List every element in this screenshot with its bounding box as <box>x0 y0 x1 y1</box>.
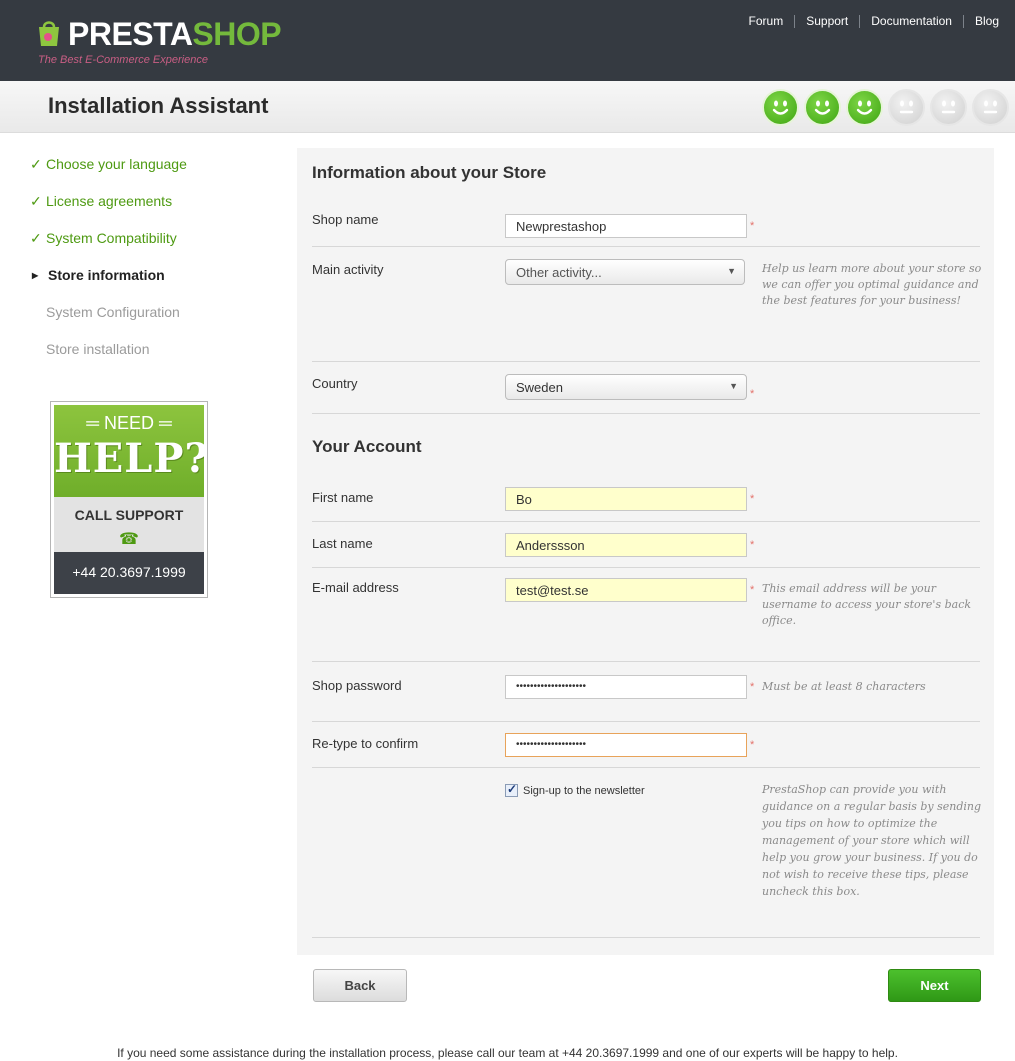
shop-name-label: Shop name <box>312 212 379 227</box>
email-input[interactable]: test@test.se <box>505 578 747 602</box>
required-mark: * <box>750 493 755 505</box>
call-support-label: CALL SUPPORT <box>74 507 184 523</box>
current-step-arrow-icon: ▶ <box>32 271 39 280</box>
newsletter-row: Sign-up to the newsletter PrestaShop can… <box>312 768 982 938</box>
required-mark: * <box>750 539 755 551</box>
checkmark-icon: ✓ <box>30 230 42 246</box>
shopping-bag-icon <box>39 21 59 46</box>
telephone-icon: ☎ <box>119 531 139 548</box>
main-activity-label: Main activity <box>312 262 384 277</box>
main-activity-select[interactable]: Other activity... ▼ <box>505 259 745 285</box>
newsletter-checkbox[interactable]: Sign-up to the newsletter <box>505 782 645 797</box>
title-bar: Installation Assistant <box>0 81 1015 133</box>
country-row: Country Sweden ▼ * <box>312 362 980 414</box>
brand-tagline: The Best E-Commerce Experience <box>38 54 208 66</box>
neutral-smiley-icon <box>930 89 967 126</box>
required-mark: * <box>750 739 755 751</box>
help-banner[interactable]: ═ NEED ═ HELP? CALL SUPPORT ☎ +44 20.369… <box>50 401 208 598</box>
step-item-4: •System Configuration <box>30 304 187 341</box>
step-label: Store installation <box>46 341 150 357</box>
newsletter-label: Sign-up to the newsletter <box>523 784 645 797</box>
newsletter-hint: PrestaShop can provide you with guidance… <box>762 783 982 898</box>
first-name-label: First name <box>312 490 374 505</box>
support-link[interactable]: Support <box>795 14 859 28</box>
confirm-password-row: Re-type to confirm •••••••••••••••••••• … <box>312 722 980 768</box>
back-button[interactable]: Back <box>313 969 407 1002</box>
required-mark: * <box>750 220 755 232</box>
happy-smiley-icon <box>804 89 841 126</box>
dropdown-arrow-icon: ▼ <box>729 381 738 391</box>
footer-assistance-text: If you need some assistance during the i… <box>117 1046 898 1060</box>
store-form-panel: Information about your Store Shop name N… <box>297 148 994 955</box>
password-input[interactable]: •••••••••••••••••••• <box>505 675 747 699</box>
required-mark: * <box>750 681 755 693</box>
prestashop-logo[interactable]: PRESTASHOP The Best E-Commerce Experienc… <box>36 14 282 74</box>
confirm-password-input[interactable]: •••••••••••••••••••• <box>505 733 747 757</box>
country-select[interactable]: Sweden ▼ <box>505 374 747 400</box>
step-item-5: •Store installation <box>30 341 187 378</box>
step-item-0[interactable]: ✓ Choose your language <box>30 156 187 193</box>
documentation-link[interactable]: Documentation <box>860 14 963 28</box>
main-activity-row: Main activity Other activity... ▼ Help us… <box>312 247 982 362</box>
account-section-title: Your Account <box>312 437 422 456</box>
step-label: Choose your language <box>46 156 187 172</box>
step-label: License agreements <box>46 193 173 209</box>
step-label: System Configuration <box>46 304 180 320</box>
neutral-smiley-icon <box>972 89 1009 126</box>
country-label: Country <box>312 376 358 391</box>
last-name-label: Last name <box>312 536 373 551</box>
required-mark: * <box>750 584 755 596</box>
step-item-1[interactable]: ✓ License agreements <box>30 193 187 230</box>
progress-smileys <box>762 89 1009 126</box>
forum-link[interactable]: Forum <box>738 14 795 28</box>
step-label: Store information <box>48 267 165 283</box>
shop-name-input[interactable]: Newprestashop <box>505 214 747 238</box>
required-mark: * <box>750 388 755 400</box>
install-steps: ✓ Choose your language ✓ License agreements… <box>30 156 187 378</box>
last-name-input[interactable]: Anderssson <box>505 533 747 557</box>
help-need-text: ═ NEED ═ <box>86 413 172 433</box>
support-phone-number: +44 20.3697.1999 <box>72 564 186 580</box>
last-name-row: Last name Anderssson * <box>312 522 980 568</box>
brand-name: PRESTASHOP <box>68 16 282 52</box>
password-row: Shop password •••••••••••••••••••• * Mus… <box>312 662 980 722</box>
password-label: Shop password <box>312 678 402 693</box>
checkbox-checked-icon[interactable] <box>505 782 518 797</box>
step-item-2[interactable]: ✓ System Compatibility <box>30 230 187 267</box>
email-hint: This email address will be your username… <box>762 582 972 627</box>
step-label: System Compatibility <box>46 230 177 246</box>
help-title: HELP? <box>54 435 204 482</box>
shop-name-row: Shop name Newprestashop * <box>312 206 980 247</box>
dropdown-arrow-icon: ▼ <box>727 266 736 276</box>
email-label: E-mail address <box>312 580 399 595</box>
checkmark-icon: ✓ <box>30 156 42 172</box>
next-button[interactable]: Next <box>888 969 981 1002</box>
first-name-input[interactable]: Bo <box>505 487 747 511</box>
page-title: Installation Assistant <box>48 93 269 118</box>
top-links: Forum Support Documentation Blog <box>738 14 999 28</box>
checkmark-icon: ✓ <box>30 193 42 209</box>
neutral-smiley-icon <box>888 89 925 126</box>
main-activity-hint: Help us learn more about your store so w… <box>762 262 982 307</box>
happy-smiley-icon <box>846 89 883 126</box>
step-item-3: ▶ Store information <box>30 267 187 304</box>
happy-smiley-icon <box>762 89 799 126</box>
first-name-row: First name Bo * <box>312 476 980 522</box>
blog-link[interactable]: Blog <box>964 14 999 28</box>
confirm-password-label: Re-type to confirm <box>312 736 419 751</box>
store-section-title: Information about your Store <box>312 163 547 182</box>
email-row: E-mail address test@test.se * This email… <box>312 568 980 662</box>
top-bar: PRESTASHOP The Best E-Commerce Experienc… <box>0 0 1015 81</box>
password-hint: Must be at least 8 characters <box>762 680 926 693</box>
